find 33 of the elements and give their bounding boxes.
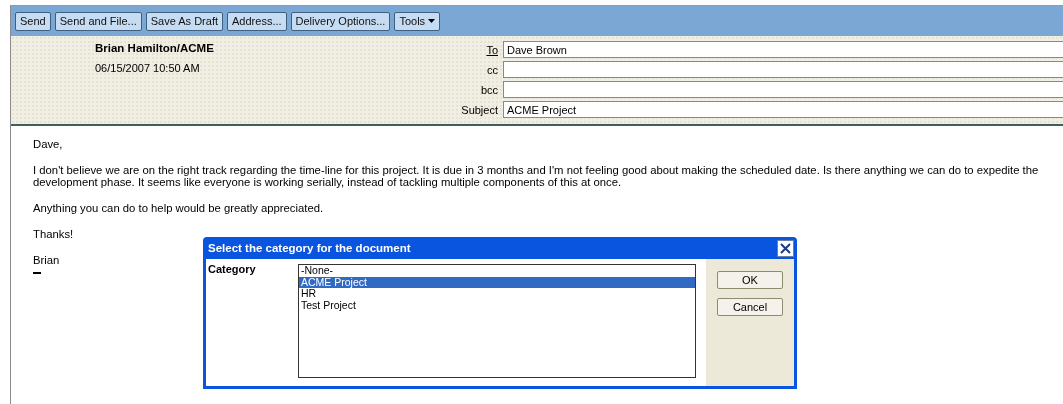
toolbar-button[interactable]: Save As Draft — [145, 11, 224, 31]
to-link[interactable]: To — [451, 43, 498, 56]
input-field[interactable]: ACME Project — [503, 101, 1063, 118]
list-item[interactable]: -None- — [299, 265, 695, 277]
ok-button[interactable]: OK — [717, 271, 783, 289]
caret-icon — [428, 19, 436, 23]
date-text: 06/15/2007 10:50 AM — [95, 62, 201, 74]
input-field[interactable] — [503, 61, 1063, 78]
input-field[interactable] — [503, 81, 1063, 98]
sender-name: Brian Hamilton/ACME — [95, 42, 215, 54]
dialog-title: Select the category for the document — [208, 242, 411, 254]
field-label: bcc — [479, 83, 498, 96]
category-label: Category — [208, 263, 257, 277]
message-paragraph: Dave, — [33, 138, 64, 150]
list-item[interactable]: HR — [299, 288, 695, 300]
toolbar-button[interactable]: Send and File... — [54, 11, 142, 31]
toolbar-button[interactable]: Send — [15, 11, 51, 31]
message-paragraph: I don't believe we are on the right track regarding the time-line for this project. It is due in 3 months and I'm not feeling good about making the scheduled date. Is there anything we can do to expedite the development phase. It seems like everyone is working serially, instead of tackling multiple components of this at once. — [33, 164, 1040, 188]
close-button[interactable] — [777, 239, 794, 257]
toolbar-button[interactable]: Address... — [227, 11, 287, 31]
close-icon — [780, 242, 791, 254]
field-label: Subject — [460, 103, 498, 116]
text-cursor — [33, 272, 41, 274]
message-paragraph: Anything you can do to help would be greatly appreciated. — [33, 202, 325, 214]
message-paragraph: Brian — [33, 254, 61, 266]
cancel-button[interactable]: Cancel — [717, 298, 783, 316]
field-label: cc — [486, 63, 498, 76]
toolbar-button[interactable]: Tools — [394, 11, 441, 31]
list-item[interactable]: ACME Project — [299, 276, 695, 288]
toolbar-button[interactable]: Delivery Options... — [290, 11, 391, 31]
list-item[interactable]: Test Project — [299, 299, 695, 311]
message-paragraph: Thanks! — [33, 228, 75, 240]
input-field[interactable]: Dave Brown — [503, 41, 1063, 58]
